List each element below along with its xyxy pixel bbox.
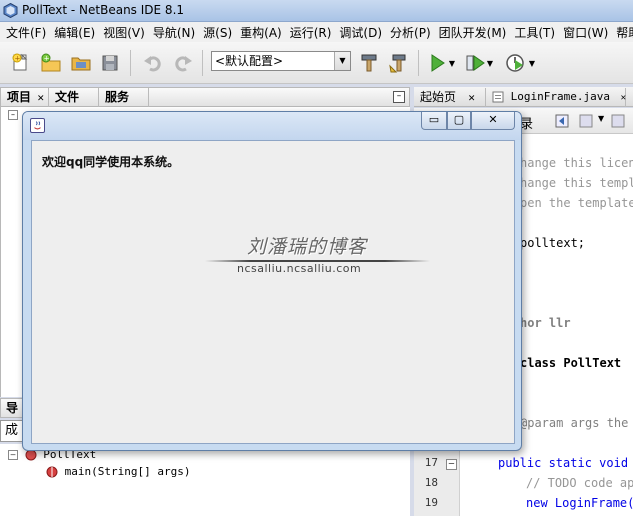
tab-start-page[interactable]: 起始页 ✕ bbox=[414, 88, 486, 107]
chevron-down-icon[interactable]: ▼ bbox=[598, 114, 604, 123]
tab-projects-label: 项目 bbox=[7, 90, 32, 104]
menu-view[interactable]: 视图(V) bbox=[99, 24, 149, 41]
tab-services-label: 服务 bbox=[105, 90, 130, 104]
minimize-button[interactable]: ▭ bbox=[421, 112, 447, 130]
code-line-text: class PollText bbox=[520, 356, 622, 370]
menu-file[interactable]: 文件(F) bbox=[2, 24, 50, 41]
line-number: 17 bbox=[424, 456, 438, 469]
close-icon[interactable]: ✕ bbox=[37, 94, 45, 104]
left-panel-tabs: 项目 ✕ 文件 服务 – bbox=[0, 87, 410, 107]
navigator-tab-label: 导 bbox=[6, 401, 19, 415]
code-line-text: @param args the bbox=[520, 416, 629, 430]
new-file-icon[interactable]: + bbox=[8, 50, 34, 76]
menu-debug[interactable]: 调试(D) bbox=[335, 24, 386, 41]
last-edit-icon[interactable] bbox=[578, 113, 594, 129]
minimize-panel-icon[interactable]: – bbox=[393, 91, 405, 103]
menu-team[interactable]: 团队开发(M) bbox=[435, 24, 511, 41]
members-select-value: 成 bbox=[5, 423, 19, 438]
tree-node-method[interactable]: main(String[] args) bbox=[46, 465, 190, 478]
chevron-down-icon: ▼ bbox=[448, 58, 456, 68]
toolbar-separator bbox=[202, 50, 203, 76]
menu-navigate[interactable]: 导航(N) bbox=[149, 24, 199, 41]
tree-collapse-icon[interactable]: – bbox=[8, 450, 18, 460]
menu-source[interactable]: 源(S) bbox=[199, 24, 236, 41]
code-line-text: polltext; bbox=[520, 236, 586, 250]
code-line-text: pen the template bbox=[520, 196, 633, 210]
forward-icon[interactable] bbox=[610, 113, 626, 129]
configuration-select[interactable]: <默认配置> ▼ bbox=[211, 51, 351, 71]
svg-text:+: + bbox=[44, 55, 50, 63]
menu-refactor[interactable]: 重构(A) bbox=[236, 24, 286, 41]
save-all-icon[interactable] bbox=[98, 50, 124, 76]
menu-edit[interactable]: 编辑(E) bbox=[50, 24, 99, 41]
code-line: 18 // TODO code app bbox=[414, 476, 633, 496]
window-title: PollText - NetBeans IDE 8.1 bbox=[22, 3, 185, 17]
run-dropdown-icon[interactable]: ▼ bbox=[446, 50, 458, 76]
code-line-text: // TODO code app bbox=[526, 476, 633, 490]
line-number: 18 bbox=[424, 476, 438, 489]
menu-help[interactable]: 帮助( bbox=[612, 24, 633, 41]
close-button[interactable]: ✕ bbox=[471, 112, 515, 130]
build-icon[interactable] bbox=[356, 50, 382, 76]
undo-icon[interactable] bbox=[140, 50, 166, 76]
close-icon[interactable]: ✕ bbox=[468, 94, 476, 104]
new-project-icon[interactable]: + bbox=[38, 50, 64, 76]
debug-dropdown-icon[interactable]: ▼ bbox=[484, 50, 496, 76]
chevron-down-icon: ▼ bbox=[528, 58, 536, 68]
toolbar-separator bbox=[418, 50, 419, 76]
code-line: 17 – public static void m bbox=[414, 456, 633, 476]
menu-profile[interactable]: 分析(P) bbox=[386, 24, 435, 41]
tab-start-page-label: 起始页 bbox=[420, 90, 457, 104]
tree-node-method-label: main(String[] args) bbox=[64, 465, 191, 478]
tab-files-label: 文件 bbox=[55, 90, 80, 104]
code-line-text: public static void m bbox=[498, 456, 633, 470]
svg-text:+: + bbox=[15, 55, 21, 63]
clean-build-icon[interactable] bbox=[386, 50, 412, 76]
close-icon[interactable]: ✕ bbox=[621, 93, 626, 103]
menu-run[interactable]: 运行(R) bbox=[286, 24, 336, 41]
tab-loginframe[interactable]: LoginFrame.java ✕ bbox=[486, 88, 626, 107]
watermark-url: ncsalliu.ncsalliu.com bbox=[237, 262, 362, 275]
chevron-down-icon: ▼ bbox=[486, 58, 494, 68]
app-window-content: 欢迎qq同学使用本系统。 bbox=[31, 140, 515, 444]
netbeans-logo-icon bbox=[3, 3, 18, 18]
java-app-icon bbox=[30, 118, 45, 133]
tree-collapse-icon[interactable]: – bbox=[8, 110, 18, 120]
code-line: 19 new LoginFrame() bbox=[414, 496, 633, 516]
code-line-text: new LoginFrame() bbox=[526, 496, 633, 510]
tab-loginframe-label: LoginFrame.java bbox=[510, 90, 610, 103]
profile-dropdown-icon[interactable]: ▼ bbox=[526, 50, 538, 76]
method-icon bbox=[46, 466, 58, 478]
navigator-tree: – PollText main(String[] args) bbox=[0, 444, 410, 516]
configuration-value: <默认配置> bbox=[215, 54, 284, 68]
fold-collapse-icon[interactable]: – bbox=[446, 459, 457, 470]
chevron-down-icon[interactable]: ▼ bbox=[334, 52, 350, 70]
menu-bar: 文件(F) 编辑(E) 视图(V) 导航(N) 源(S) 重构(A) 运行(R)… bbox=[0, 22, 633, 42]
tab-projects[interactable]: 项目 ✕ bbox=[1, 88, 49, 107]
code-line-text: hor llr bbox=[520, 316, 571, 330]
back-icon[interactable] bbox=[554, 113, 570, 129]
java-file-icon bbox=[492, 91, 504, 103]
welcome-label: 欢迎qq同学使用本系统。 bbox=[42, 155, 180, 169]
window-controls: ▭ ▢ ✕ bbox=[421, 112, 515, 130]
code-line-text: hange this templ bbox=[520, 176, 633, 190]
watermark-title: 刘潘瑞的博客 bbox=[247, 236, 368, 258]
line-number: 19 bbox=[424, 496, 438, 509]
editor-tabs: 起始页 ✕ LoginFrame.java ✕ bbox=[414, 87, 633, 107]
profile-icon[interactable] bbox=[502, 50, 528, 76]
maximize-button[interactable]: ▢ bbox=[447, 112, 471, 130]
tab-services[interactable]: 服务 bbox=[99, 88, 149, 107]
redo-icon[interactable] bbox=[170, 50, 196, 76]
blog-watermark: 刘潘瑞的博客 ncsalliu.ncsalliu.com bbox=[205, 232, 430, 282]
tab-files[interactable]: 文件 bbox=[49, 88, 99, 107]
menu-tools[interactable]: 工具(T) bbox=[510, 24, 559, 41]
code-line-text: hange this licens bbox=[520, 156, 633, 170]
app-window-titlebar[interactable]: ▭ ▢ ✕ bbox=[23, 112, 521, 140]
menu-window[interactable]: 窗口(W) bbox=[559, 24, 612, 41]
open-project-icon[interactable] bbox=[68, 50, 94, 76]
toolbar-separator bbox=[130, 50, 131, 76]
window-titlebar: PollText - NetBeans IDE 8.1 bbox=[0, 0, 633, 22]
